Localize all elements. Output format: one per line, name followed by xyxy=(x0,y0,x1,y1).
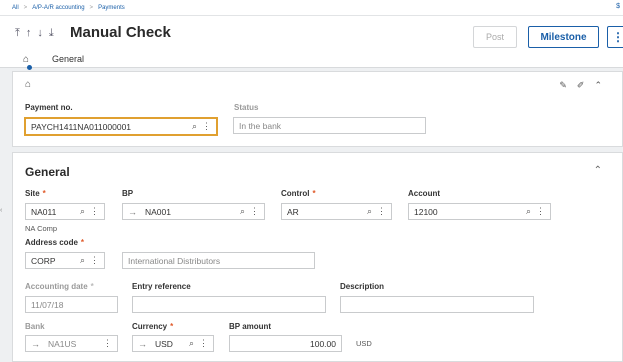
more-icon[interactable]: ⋮ xyxy=(90,255,99,266)
bp-amount-value: 100.00 xyxy=(310,338,336,349)
next-record-icon[interactable]: ↓ xyxy=(37,27,43,40)
arrow-right-icon[interactable]: → xyxy=(31,339,40,349)
last-record-icon[interactable]: ⤓ xyxy=(49,27,54,40)
breadcrumb-payments[interactable]: Payments xyxy=(98,5,125,11)
search-icon[interactable]: ⌕ xyxy=(80,206,85,217)
accounting-date-label: Accounting date * xyxy=(25,282,94,291)
arrow-right-icon[interactable]: → xyxy=(138,339,147,349)
control-label: Control * xyxy=(281,189,316,198)
breadcrumb-separator-icon: > xyxy=(23,4,28,11)
currency-value: USD xyxy=(155,338,173,349)
record-navigation: ⤒ ↑ ↓ ⤓ xyxy=(15,27,54,40)
status-label: Status xyxy=(234,103,259,112)
bp-amount-input[interactable]: 100.00 xyxy=(229,335,342,352)
entry-reference-input[interactable] xyxy=(132,296,326,313)
more-icon[interactable]: ⋮ xyxy=(536,206,545,217)
more-actions-button[interactable]: ⋮ xyxy=(607,26,623,48)
search-icon[interactable]: ⌕ xyxy=(526,206,531,217)
breadcrumb-all[interactable]: All xyxy=(12,5,19,11)
bp-value: NA001 xyxy=(145,206,171,217)
bp-amount-label: BP amount xyxy=(229,322,272,331)
section-title: General xyxy=(25,165,70,179)
search-icon[interactable]: ⌕ xyxy=(367,206,372,217)
home-icon[interactable]: ⌂ xyxy=(23,54,29,65)
control-value: AR xyxy=(287,206,299,217)
section-tools: ✎ ✐ ⌃ xyxy=(559,80,602,91)
account-label: Account xyxy=(408,189,440,198)
more-icon[interactable]: ⋮ xyxy=(199,338,208,349)
currency-field[interactable]: → USD ⌕ ⋮ xyxy=(132,335,214,352)
arrow-right-icon[interactable]: → xyxy=(128,207,137,217)
payment-no-field[interactable]: PAYCH1411NA011000001 ⌕ ⋮ xyxy=(24,117,218,136)
status-value: In the bank xyxy=(239,120,282,131)
header-section-card: ⌂ ✎ ✐ ⌃ Payment no. PAYCH1411NA011000001… xyxy=(12,71,623,147)
search-icon[interactable]: ⌕ xyxy=(189,338,194,349)
bp-label: BP xyxy=(122,189,134,198)
more-icon[interactable]: ⋮ xyxy=(90,206,99,217)
bank-label: Bank xyxy=(25,322,45,331)
breadcrumb: All > A/P-A/R accounting > Payments $ xyxy=(0,0,623,16)
more-icon[interactable]: ⋮ xyxy=(250,206,259,217)
previous-record-icon[interactable]: ↑ xyxy=(26,27,32,40)
address-name-field: International Distributors xyxy=(122,252,315,269)
breadcrumb-ap-ar[interactable]: A/P-A/R accounting xyxy=(32,5,84,11)
side-panel-toggle-icon[interactable]: ‹ xyxy=(0,207,2,214)
search-icon[interactable]: ⌕ xyxy=(240,206,245,217)
edge-icon: $ xyxy=(616,3,620,10)
general-section-card: General ⌃ Site * NA011 ⌕ ⋮ NA Comp BP → NA… xyxy=(12,152,623,362)
account-field[interactable]: 12100 ⌕ ⋮ xyxy=(408,203,551,220)
site-label: Site * xyxy=(25,189,46,198)
description-label: Description xyxy=(340,282,385,291)
bp-amount-currency: USD xyxy=(356,339,372,348)
currency-label: Currency * xyxy=(132,322,174,331)
first-record-icon[interactable]: ⤒ xyxy=(15,27,20,40)
more-icon[interactable]: ⋮ xyxy=(103,338,112,349)
more-icon[interactable]: ⋮ xyxy=(377,206,386,217)
search-icon[interactable]: ⌕ xyxy=(80,255,85,266)
control-field[interactable]: AR ⌕ ⋮ xyxy=(281,203,392,220)
pencil-icon[interactable]: ✐ xyxy=(577,80,585,91)
site-value: NA011 xyxy=(31,206,57,217)
entry-reference-label: Entry reference xyxy=(132,282,191,291)
breadcrumb-separator-icon: > xyxy=(89,4,94,11)
account-value: 12100 xyxy=(414,206,438,217)
home-icon: ⌂ xyxy=(25,79,32,90)
bank-field[interactable]: → NA1US ⋮ xyxy=(25,335,118,352)
tab-general[interactable]: General xyxy=(52,54,84,64)
payment-no-value: PAYCH1411NA011000001 xyxy=(31,121,132,132)
active-tab-indicator xyxy=(27,65,32,70)
bp-field[interactable]: → NA001 ⌕ ⋮ xyxy=(122,203,265,220)
site-field[interactable]: NA011 ⌕ ⋮ xyxy=(25,203,105,220)
accounting-date-value: 11/07/18 xyxy=(31,299,64,310)
post-button[interactable]: Post xyxy=(473,26,517,48)
site-description: NA Comp xyxy=(25,224,58,233)
page-title: Manual Check xyxy=(70,24,171,41)
address-code-field[interactable]: CORP ⌕ ⋮ xyxy=(25,252,105,269)
bank-value: NA1US xyxy=(48,338,77,349)
address-code-value: CORP xyxy=(31,255,56,266)
chevron-up-icon[interactable]: ⌃ xyxy=(594,80,602,91)
chevron-up-icon[interactable]: ⌃ xyxy=(594,165,602,176)
address-code-label: Address code * xyxy=(25,238,85,247)
search-icon[interactable]: ⌕ xyxy=(192,121,197,132)
pin-icon[interactable]: ✎ xyxy=(559,80,567,91)
status-field: In the bank xyxy=(233,117,426,134)
page-header: ⤒ ↑ ↓ ⤓ Manual Check Post Milestone ⋮ ⌂ … xyxy=(0,16,623,70)
description-input[interactable] xyxy=(340,296,534,313)
address-name-value: International Distributors xyxy=(128,255,221,266)
milestone-button[interactable]: Milestone xyxy=(528,26,599,48)
payment-no-label: Payment no. xyxy=(25,103,73,112)
accounting-date-field: 11/07/18 xyxy=(25,296,118,313)
more-icon[interactable]: ⋮ xyxy=(202,121,211,132)
